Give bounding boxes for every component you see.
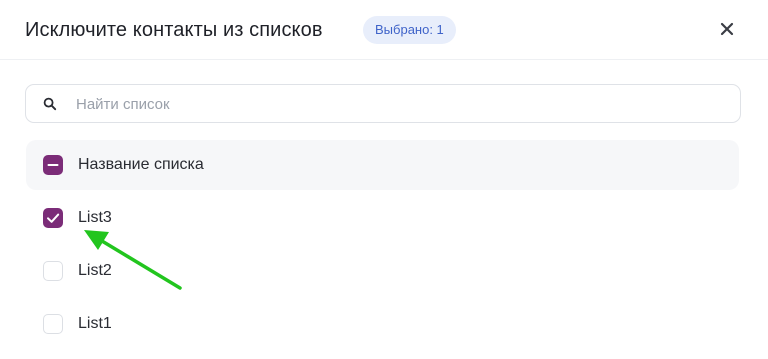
exclude-contacts-dialog: Исключите контакты из списков Выбрано: 1… — [0, 0, 768, 359]
list-item[interactable]: List2 — [26, 246, 739, 296]
search-field[interactable] — [25, 84, 741, 123]
list-item-checkbox[interactable] — [43, 314, 63, 334]
list-item-label: List1 — [78, 315, 112, 332]
list-item-checkbox[interactable] — [43, 208, 63, 228]
list-name-column-header: Название списка — [78, 156, 204, 173]
list-item[interactable]: List3 — [26, 193, 739, 243]
selected-count-badge: Выбрано: 1 — [363, 16, 456, 44]
dialog-header: Исключите контакты из списков Выбрано: 1 — [0, 0, 768, 60]
list-header-row: Название списка — [26, 140, 739, 190]
search-icon — [43, 97, 57, 111]
list-item-label: List3 — [78, 209, 112, 226]
minus-icon — [47, 164, 59, 166]
list-item-label: List2 — [78, 262, 112, 279]
list-item[interactable]: List1 — [26, 299, 739, 349]
search-input[interactable] — [74, 85, 728, 123]
close-button[interactable] — [712, 14, 742, 44]
list-item-checkbox[interactable] — [43, 261, 63, 281]
dialog-title: Исключите контакты из списков — [25, 19, 323, 41]
select-all-checkbox[interactable] — [43, 155, 63, 175]
close-icon — [720, 22, 734, 36]
checkmark-icon — [47, 213, 60, 223]
